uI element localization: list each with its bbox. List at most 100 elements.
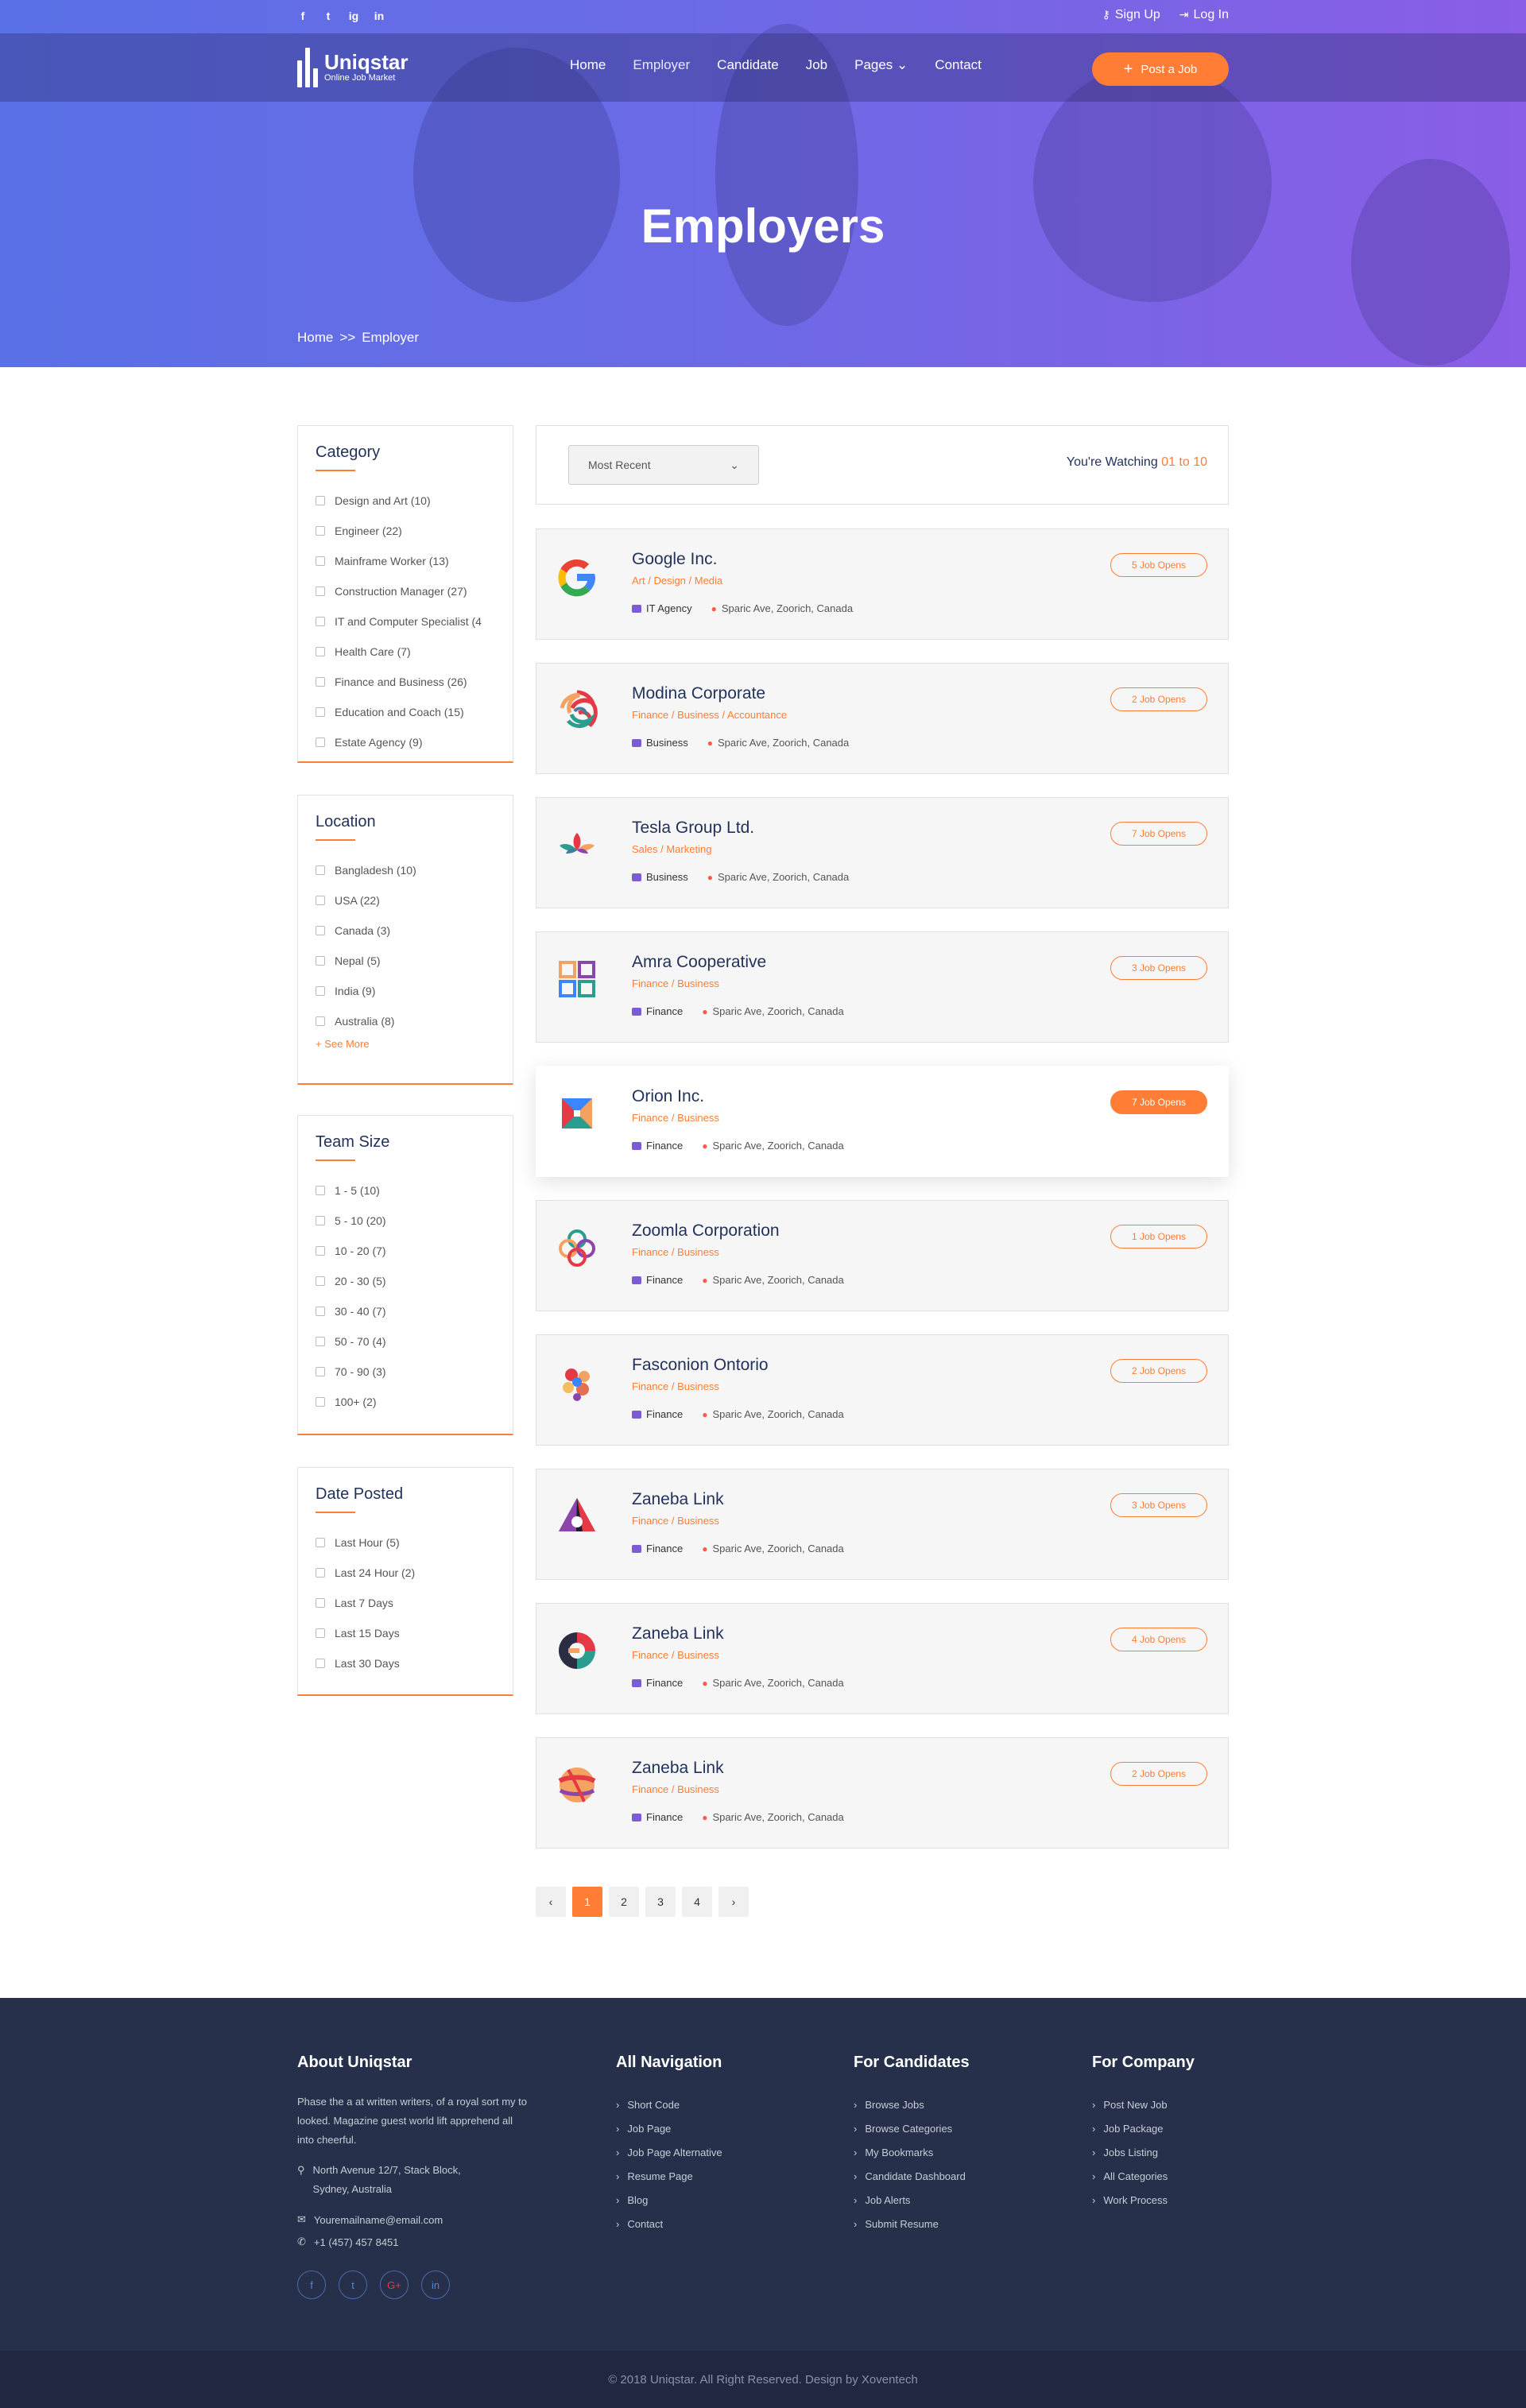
page-button[interactable]: 4 (682, 1887, 712, 1917)
job-opens-button[interactable]: 2 Job Opens (1110, 1762, 1207, 1786)
footer-link[interactable]: › All Categories (1092, 2164, 1195, 2188)
nav-pages[interactable]: Pages ⌄ (854, 57, 908, 73)
filter-option[interactable]: Australia (8) (316, 1006, 495, 1036)
company-name[interactable]: Zoomla Corporation (632, 1221, 780, 1241)
job-opens-button[interactable]: 3 Job Opens (1110, 1493, 1207, 1517)
employer-card[interactable]: Zaneba Link Finance / Business Finance ●… (536, 1603, 1229, 1714)
job-opens-button[interactable]: 2 Job Opens (1110, 1359, 1207, 1383)
checkbox[interactable] (316, 865, 325, 875)
nav-contact[interactable]: Contact (935, 57, 982, 73)
footer-link[interactable]: › Browse Categories (854, 2116, 970, 2140)
page-button[interactable]: 2 (609, 1887, 639, 1917)
footer-link[interactable]: › Blog (616, 2188, 722, 2212)
filter-option[interactable]: Health Care (7) (316, 637, 495, 667)
job-opens-button[interactable]: 3 Job Opens (1110, 956, 1207, 980)
footer-link[interactable]: › Work Process (1092, 2188, 1195, 2212)
employer-card[interactable]: Tesla Group Ltd. Sales / Marketing Busin… (536, 797, 1229, 908)
checkbox[interactable] (316, 1397, 325, 1407)
company-name[interactable]: Zaneba Link (632, 1759, 724, 1778)
breadcrumb-home[interactable]: Home (297, 330, 333, 346)
twitter-icon[interactable]: t (323, 10, 334, 22)
logo[interactable]: Uniqstar Online Job Market (297, 48, 408, 87)
filter-option[interactable]: 100+ (2) (316, 1387, 495, 1417)
checkbox[interactable] (316, 956, 325, 966)
email[interactable]: ✉ Youremailname@email.com (297, 2213, 528, 2226)
checkbox[interactable] (316, 1186, 325, 1195)
google-plus-icon[interactable]: G+ (380, 2271, 409, 2299)
login-link[interactable]: ⇥ Log In (1179, 8, 1229, 22)
filter-option[interactable]: 70 - 90 (3) (316, 1357, 495, 1387)
checkbox[interactable] (316, 1659, 325, 1668)
employer-card[interactable]: Fasconion Ontorio Finance / Business Fin… (536, 1334, 1229, 1446)
linkedin-icon[interactable]: in (374, 10, 385, 22)
checkbox[interactable] (316, 677, 325, 687)
filter-option[interactable]: 30 - 40 (7) (316, 1296, 495, 1326)
footer-link[interactable]: › Submit Resume (854, 2212, 970, 2236)
footer-link[interactable]: › Job Page (616, 2116, 722, 2140)
footer-link[interactable]: › Contact (616, 2212, 722, 2236)
checkbox[interactable] (316, 1367, 325, 1376)
checkbox[interactable] (316, 1628, 325, 1638)
instagram-icon[interactable]: ig (348, 10, 359, 22)
see-more-link[interactable]: + See More (316, 1038, 495, 1050)
nav-candidate[interactable]: Candidate (717, 57, 779, 73)
sort-select[interactable]: Most Recent ⌄ (568, 445, 759, 485)
checkbox[interactable] (316, 1307, 325, 1316)
employer-card[interactable]: Zaneba Link Finance / Business Finance ●… (536, 1737, 1229, 1849)
company-name[interactable]: Amra Cooperative (632, 953, 766, 972)
footer-link[interactable]: › Resume Page (616, 2164, 722, 2188)
filter-option[interactable]: Last 30 Days (316, 1648, 495, 1678)
footer-link[interactable]: › Browse Jobs (854, 2092, 970, 2116)
job-opens-button[interactable]: 2 Job Opens (1110, 687, 1207, 711)
checkbox[interactable] (316, 896, 325, 905)
filter-option[interactable]: Last 15 Days (316, 1618, 495, 1648)
checkbox[interactable] (316, 587, 325, 596)
employer-card[interactable]: Google Inc. Art / Design / Media IT Agen… (536, 528, 1229, 640)
company-name[interactable]: Fasconion Ontorio (632, 1356, 769, 1375)
checkbox[interactable] (316, 707, 325, 717)
checkbox[interactable] (316, 1276, 325, 1286)
filter-option[interactable]: 10 - 20 (7) (316, 1236, 495, 1266)
nav-job[interactable]: Job (806, 57, 827, 73)
checkbox[interactable] (316, 1216, 325, 1225)
filter-option[interactable]: Bangladesh (10) (316, 855, 495, 885)
facebook-icon[interactable]: f (297, 2271, 326, 2299)
filter-option[interactable]: Finance and Business (26) (316, 667, 495, 697)
job-opens-button[interactable]: 1 Job Opens (1110, 1225, 1207, 1249)
filter-option[interactable]: IT and Computer Specialist (4 (316, 606, 495, 637)
filter-option[interactable]: 5 - 10 (20) (316, 1206, 495, 1236)
next-page-button[interactable]: › (718, 1887, 749, 1917)
checkbox[interactable] (316, 737, 325, 747)
checkbox[interactable] (316, 496, 325, 505)
checkbox[interactable] (316, 1568, 325, 1578)
checkbox[interactable] (316, 1337, 325, 1346)
linkedin-icon[interactable]: in (421, 2271, 450, 2299)
filter-option[interactable]: Estate Agency (9) (316, 727, 495, 757)
prev-page-button[interactable]: ‹ (536, 1887, 566, 1917)
filter-option[interactable]: Design and Art (10) (316, 486, 495, 516)
checkbox[interactable] (316, 1538, 325, 1547)
checkbox[interactable] (316, 556, 325, 566)
filter-option[interactable]: Last 7 Days (316, 1588, 495, 1618)
filter-option[interactable]: 20 - 30 (5) (316, 1266, 495, 1296)
phone[interactable]: ✆ +1 (457) 457 8451 (297, 2236, 528, 2248)
company-name[interactable]: Google Inc. (632, 550, 717, 569)
filter-option[interactable]: Education and Coach (15) (316, 697, 495, 727)
employer-card[interactable]: Amra Cooperative Finance / Business Fina… (536, 931, 1229, 1043)
filter-option[interactable]: 1 - 5 (10) (316, 1175, 495, 1206)
filter-option[interactable]: Last Hour (5) (316, 1527, 495, 1558)
page-button-active[interactable]: 1 (572, 1887, 602, 1917)
footer-link[interactable]: › My Bookmarks (854, 2140, 970, 2164)
footer-link[interactable]: › Job Alerts (854, 2188, 970, 2212)
job-opens-button[interactable]: 4 Job Opens (1110, 1628, 1207, 1651)
job-opens-button[interactable]: 5 Job Opens (1110, 553, 1207, 577)
facebook-icon[interactable]: f (297, 10, 308, 22)
nav-employer[interactable]: Employer (633, 57, 690, 73)
filter-option[interactable]: USA (22) (316, 885, 495, 916)
filter-option[interactable]: Mainframe Worker (13) (316, 546, 495, 576)
company-name[interactable]: Zaneba Link (632, 1624, 724, 1643)
company-name[interactable]: Orion Inc. (632, 1087, 704, 1106)
checkbox[interactable] (316, 926, 325, 935)
employer-card[interactable]: Modina Corporate Finance / Business / Ac… (536, 663, 1229, 774)
filter-option[interactable]: Engineer (22) (316, 516, 495, 546)
